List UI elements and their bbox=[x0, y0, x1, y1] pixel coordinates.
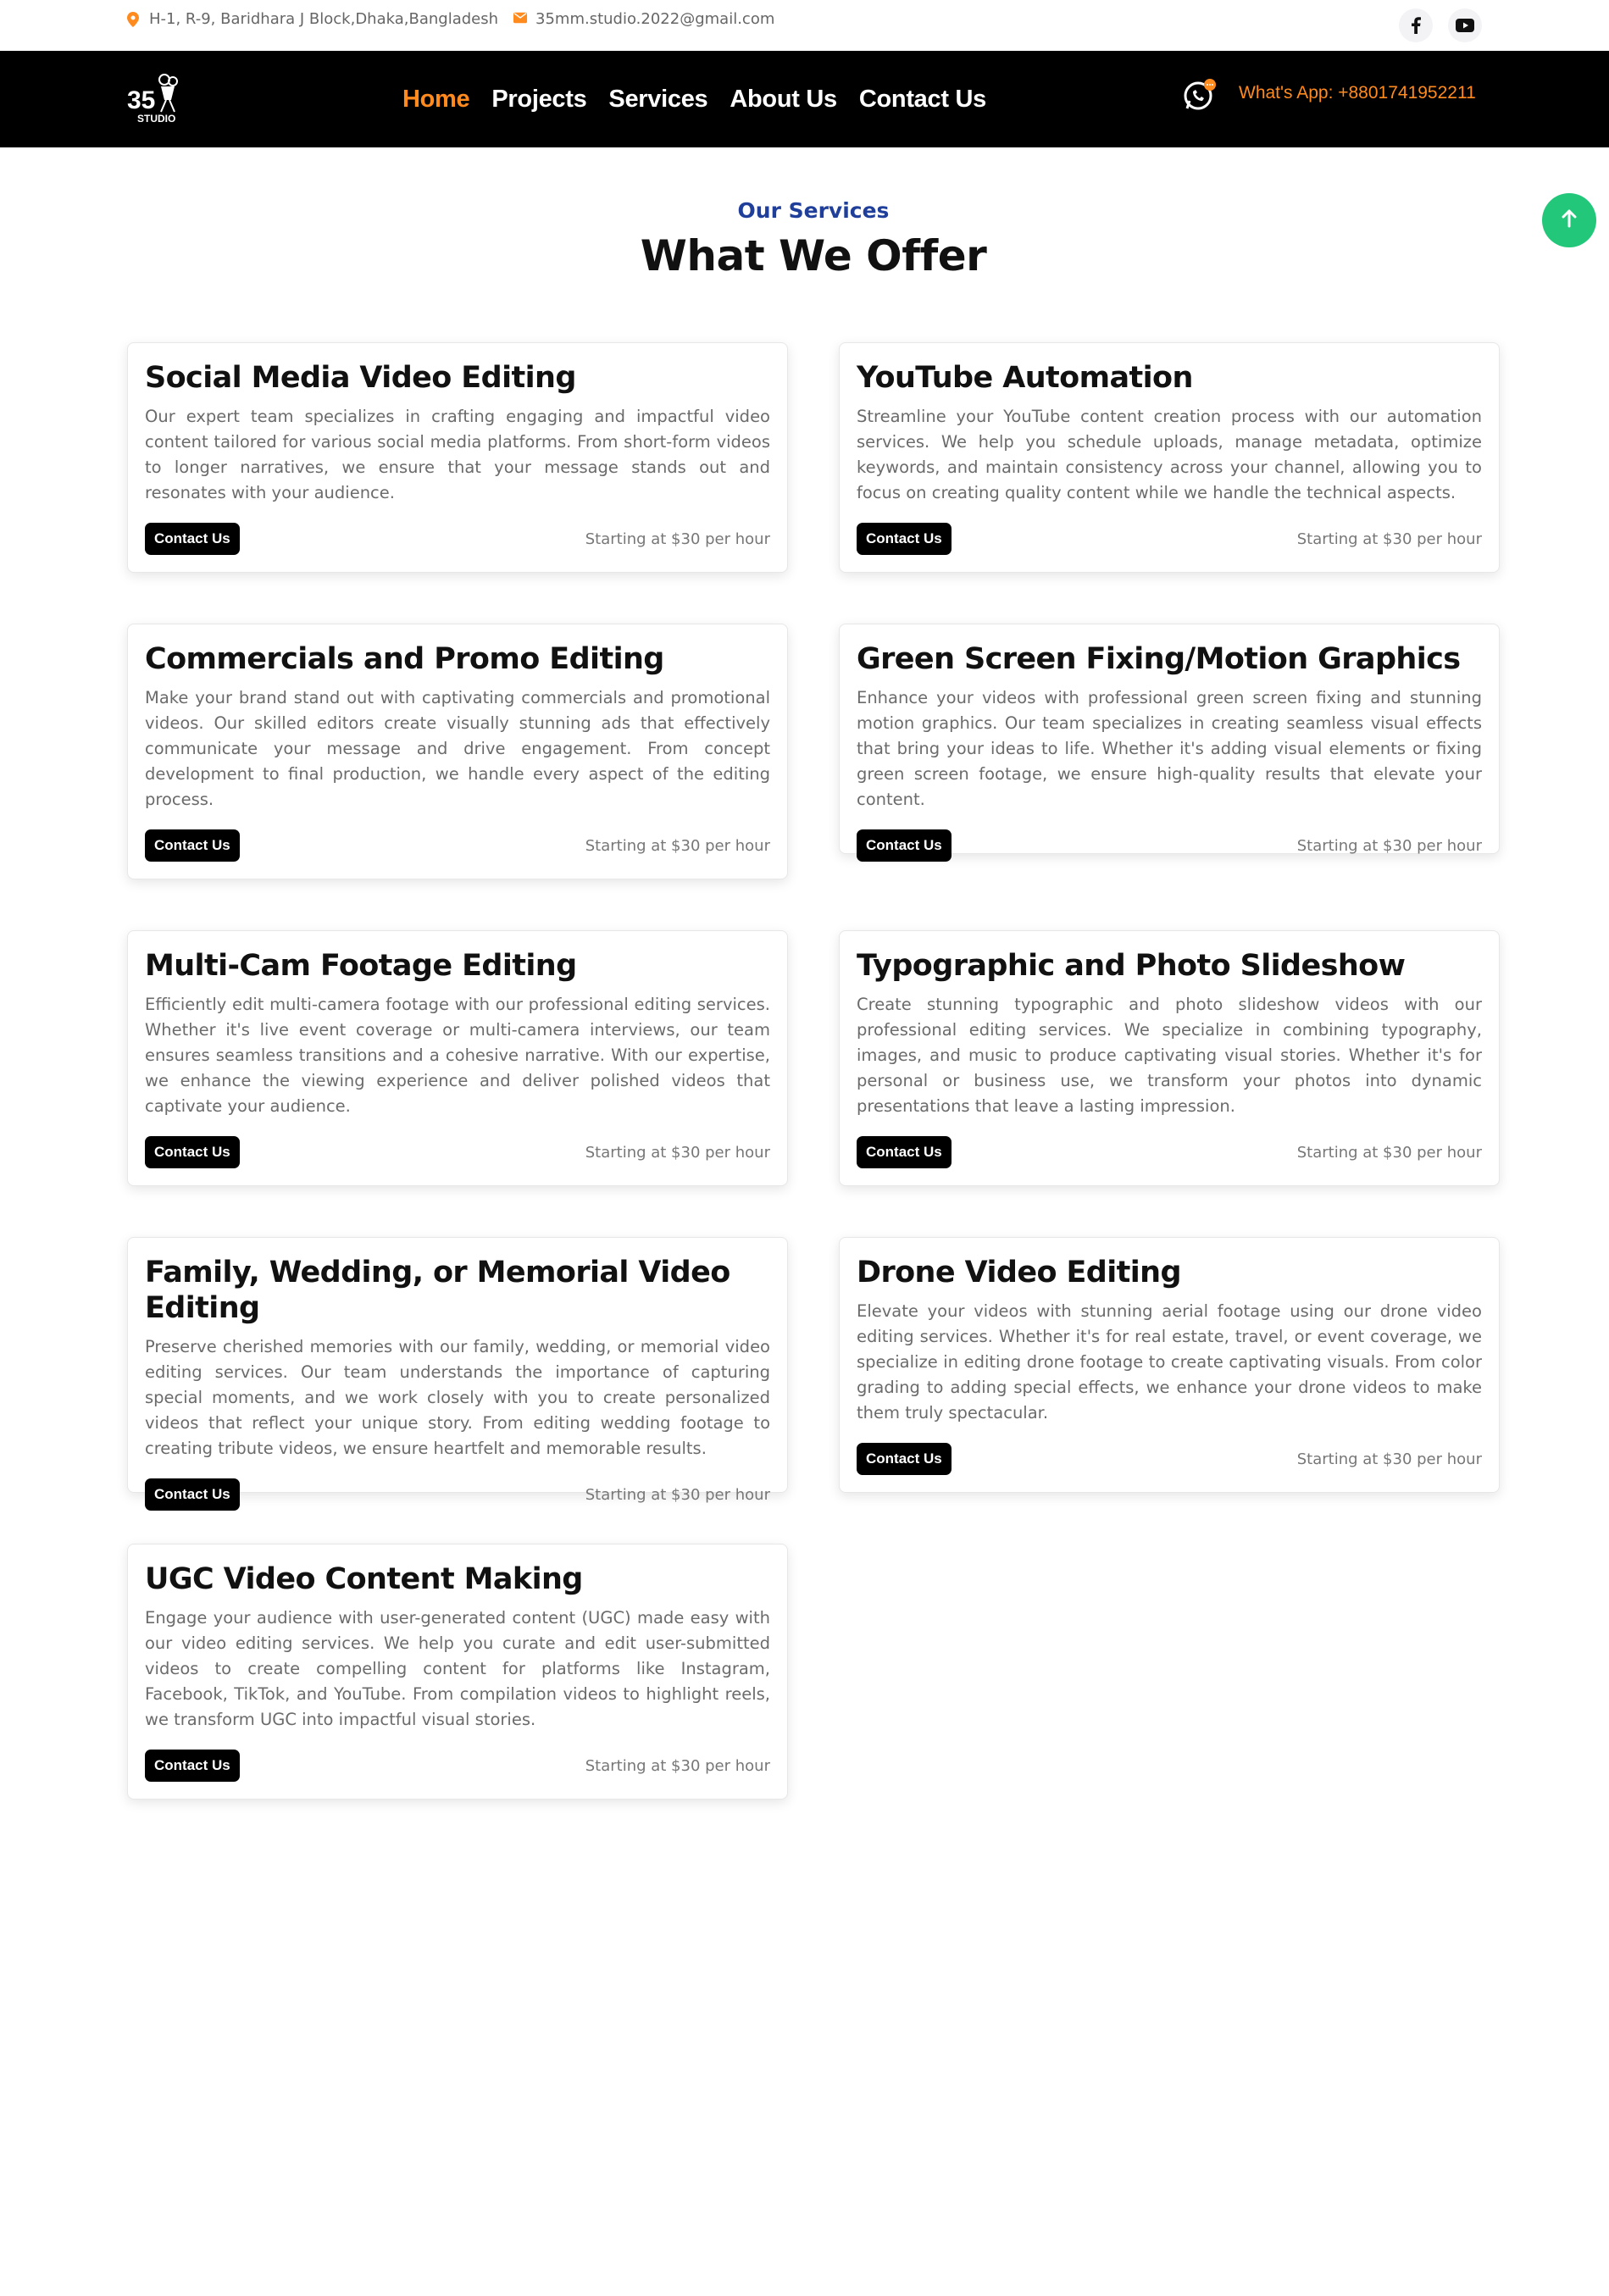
service-title: Multi-Cam Footage Editing bbox=[145, 949, 577, 983]
service-description: Elevate your videos with stunning aerial… bbox=[857, 1301, 1482, 1423]
service-footer: Contact Us Starting at $30 per hour bbox=[857, 1443, 1482, 1475]
service-price: Starting at $30 per hour bbox=[585, 530, 770, 548]
service-footer: Contact Us Starting at $30 per hour bbox=[145, 829, 770, 862]
contact-us-button[interactable]: Contact Us bbox=[857, 523, 952, 555]
contact-us-button[interactable]: Contact Us bbox=[145, 829, 240, 862]
service-description: Efficiently edit multi-camera footage wi… bbox=[145, 995, 770, 1116]
contact-us-button[interactable]: Contact Us bbox=[145, 1136, 240, 1168]
section-subtitle: Our Services bbox=[737, 198, 890, 223]
contact-us-button[interactable]: Contact Us bbox=[145, 523, 240, 555]
nav-contact-us[interactable]: Contact Us bbox=[859, 86, 986, 114]
service-card: Drone Video Editing Elevate your videos … bbox=[839, 1237, 1500, 1493]
service-description: Engage your audience with user-generated… bbox=[145, 1608, 770, 1729]
address-item: H-1, R-9, Baridhara J Block,Dhaka,Bangla… bbox=[127, 10, 498, 28]
section-title: What We Offer bbox=[640, 231, 987, 280]
scroll-to-top-button[interactable] bbox=[1542, 193, 1596, 247]
service-title: Family, Wedding, or Memorial Video Editi… bbox=[145, 1256, 730, 1325]
service-footer: Contact Us Starting at $30 per hour bbox=[857, 829, 1482, 862]
studio-logo[interactable]: 35 STUDIO bbox=[127, 71, 180, 127]
service-title: UGC Video Content Making bbox=[145, 1562, 583, 1596]
service-price: Starting at $30 per hour bbox=[585, 1485, 770, 1504]
email-text[interactable]: 35mm.studio.2022@gmail.com bbox=[535, 10, 774, 28]
contact-info: H-1, R-9, Baridhara J Block,Dhaka,Bangla… bbox=[127, 10, 774, 28]
service-price: Starting at $30 per hour bbox=[585, 1756, 770, 1775]
service-price: Starting at $30 per hour bbox=[585, 1143, 770, 1162]
service-price: Starting at $30 per hour bbox=[1296, 1143, 1482, 1162]
nav-about-us[interactable]: About Us bbox=[730, 86, 837, 114]
nav-services[interactable]: Services bbox=[608, 86, 707, 114]
service-card: YouTube Automation Streamline your YouTu… bbox=[839, 342, 1500, 573]
contact-us-button[interactable]: Contact Us bbox=[857, 1136, 952, 1168]
email-item[interactable]: 35mm.studio.2022@gmail.com bbox=[513, 10, 774, 28]
service-price: Starting at $30 per hour bbox=[585, 836, 770, 855]
youtube-icon[interactable] bbox=[1448, 8, 1482, 42]
whatsapp-number[interactable]: What's App: +8801741952211 bbox=[1239, 83, 1476, 103]
service-card: Green Screen Fixing/Motion Graphics Enha… bbox=[839, 624, 1500, 862]
service-card: Typographic and Photo Slideshow Create s… bbox=[839, 930, 1500, 1186]
nav-links: Home Projects Services About Us Contact … bbox=[402, 51, 986, 147]
top-info-bar: H-1, R-9, Baridhara J Block,Dhaka,Bangla… bbox=[0, 0, 1609, 51]
contact-us-button[interactable]: Contact Us bbox=[857, 829, 952, 862]
social-links bbox=[1399, 8, 1482, 42]
service-title: Drone Video Editing bbox=[857, 1256, 1182, 1289]
whatsapp-icon[interactable] bbox=[1182, 78, 1216, 112]
service-description: Create stunning typographic and photo sl… bbox=[857, 995, 1482, 1116]
service-card: Commercials and Promo Editing Make your … bbox=[127, 624, 788, 879]
envelope-icon bbox=[513, 12, 528, 27]
service-description: Our expert team specializes in crafting … bbox=[145, 407, 770, 502]
service-footer: Contact Us Starting at $30 per hour bbox=[145, 523, 770, 555]
contact-us-button[interactable]: Contact Us bbox=[145, 1750, 240, 1782]
service-title: Commercials and Promo Editing bbox=[145, 642, 664, 676]
arrow-up-icon bbox=[1561, 209, 1578, 232]
service-card: Multi-Cam Footage Editing Efficiently ed… bbox=[127, 930, 788, 1186]
contact-us-button[interactable]: Contact Us bbox=[145, 1478, 240, 1511]
service-description: Streamline your YouTube content creation… bbox=[857, 407, 1482, 502]
service-price: Starting at $30 per hour bbox=[1296, 836, 1482, 855]
nav-home[interactable]: Home bbox=[402, 86, 470, 114]
service-card: Social Media Video Editing Our expert te… bbox=[127, 342, 788, 573]
svg-text:35: 35 bbox=[127, 86, 155, 114]
map-marker-icon bbox=[127, 11, 141, 27]
service-title: Typographic and Photo Slideshow bbox=[857, 949, 1406, 983]
nav-projects[interactable]: Projects bbox=[491, 86, 586, 114]
service-footer: Contact Us Starting at $30 per hour bbox=[145, 1750, 770, 1782]
service-card: UGC Video Content Making Engage your aud… bbox=[127, 1544, 788, 1800]
service-title: Green Screen Fixing/Motion Graphics bbox=[857, 642, 1461, 676]
service-description: Enhance your videos with professional gr… bbox=[857, 688, 1482, 809]
service-footer: Contact Us Starting at $30 per hour bbox=[145, 1478, 770, 1511]
contact-us-button[interactable]: Contact Us bbox=[857, 1443, 952, 1475]
service-card: Family, Wedding, or Memorial Video Editi… bbox=[127, 1237, 788, 1511]
svg-text:STUDIO: STUDIO bbox=[137, 113, 175, 125]
service-title: Social Media Video Editing bbox=[145, 361, 576, 395]
service-footer: Contact Us Starting at $30 per hour bbox=[857, 1136, 1482, 1168]
facebook-icon[interactable] bbox=[1399, 8, 1433, 42]
service-footer: Contact Us Starting at $30 per hour bbox=[857, 523, 1482, 555]
service-price: Starting at $30 per hour bbox=[1296, 1450, 1482, 1468]
service-description: Make your brand stand out with captivati… bbox=[145, 688, 770, 809]
service-title: YouTube Automation bbox=[857, 361, 1193, 395]
address-text: H-1, R-9, Baridhara J Block,Dhaka,Bangla… bbox=[149, 10, 499, 28]
service-description: Preserve cherished memories with our fam… bbox=[145, 1337, 770, 1458]
service-footer: Contact Us Starting at $30 per hour bbox=[145, 1136, 770, 1168]
service-price: Starting at $30 per hour bbox=[1296, 530, 1482, 548]
